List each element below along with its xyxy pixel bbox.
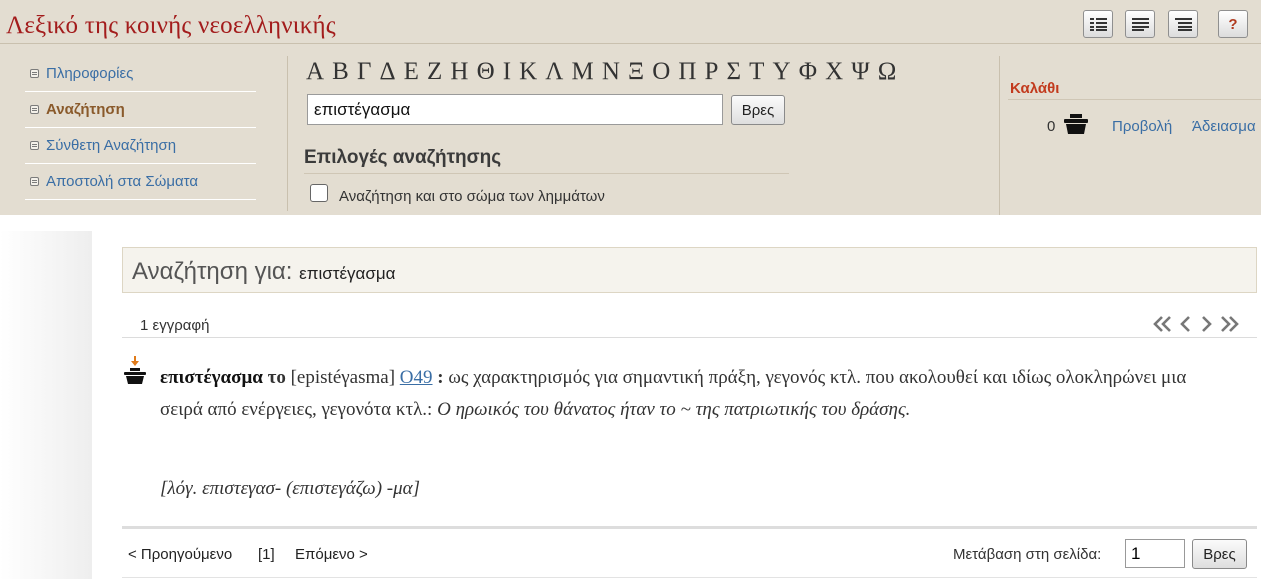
pager-controls [1153, 315, 1239, 333]
results-header-term: επιστέγασμα [299, 264, 396, 283]
basket-empty-link[interactable]: Άδειασμα [1192, 118, 1256, 135]
last-page-icon[interactable] [1219, 315, 1239, 333]
basket-count: 0 [1047, 118, 1056, 135]
help-button[interactable]: ? [1218, 10, 1248, 38]
column-divider [287, 56, 288, 211]
column-divider [999, 56, 1000, 215]
entry-etymology: [λόγ. επιστεγασ- (επιστεγάζω) -μα] [160, 478, 421, 499]
letter-link[interactable]: Η [450, 58, 468, 86]
detailed-view-button[interactable] [1125, 10, 1155, 38]
sidebar-item-advanced-search[interactable]: Σύνθετη Αναζήτηση [25, 128, 256, 164]
header-bar: Λεξικό της κοινής νεοελληνικής ? Πληροφο [0, 0, 1261, 215]
letter-link[interactable]: Γ [357, 58, 371, 86]
letter-link[interactable]: Λ [545, 58, 563, 86]
letter-link[interactable]: Ψ [851, 58, 869, 86]
footer-divider [122, 577, 1257, 578]
letter-link[interactable]: Θ [477, 58, 495, 86]
first-page-icon[interactable] [1153, 315, 1173, 333]
current-page: [1] [258, 546, 275, 563]
results-header: Αναζήτηση για: επιστέγασμα [122, 247, 1257, 293]
entry-lemma: επιστέγασμα [160, 367, 263, 388]
search-options-title: Επιλογές αναζήτησης [304, 147, 502, 168]
letter-link[interactable]: Ι [503, 58, 511, 86]
letter-link[interactable]: Υ [773, 58, 791, 86]
results-count: 1 εγγραφή [140, 317, 210, 334]
letter-link[interactable]: Φ [799, 58, 817, 86]
letter-link[interactable]: Ζ [427, 58, 442, 86]
side-decoration [0, 231, 92, 579]
list-bullet-icon [30, 141, 39, 150]
basket-title: Καλάθι [1010, 80, 1060, 97]
previous-page-icon[interactable] [1179, 315, 1193, 333]
search-input[interactable] [307, 94, 723, 125]
list-bullet-icon [30, 69, 39, 78]
letter-link[interactable]: Κ [519, 58, 537, 86]
letter-link[interactable]: Δ [379, 58, 395, 86]
letter-link[interactable]: Ω [878, 58, 897, 86]
letter-link[interactable]: Β [332, 58, 349, 86]
list-view-button[interactable] [1083, 10, 1113, 38]
list-view-icon [1089, 17, 1107, 31]
goto-page-label: Μετάβαση στη σελίδα: [953, 546, 1102, 563]
add-to-basket-icon[interactable] [122, 356, 148, 386]
letter-link[interactable]: Ε [404, 58, 419, 86]
sidebar-item-label: Αναζήτηση [46, 101, 125, 118]
letter-link[interactable]: Π [678, 58, 696, 86]
results-header-label: Αναζήτηση για: [132, 258, 293, 285]
entry-example: Ο ηρωικός του θάνατος ήταν το ~ της πατρ… [437, 399, 911, 420]
entry-pronunciation: [epistéγasma] [290, 367, 396, 388]
list-bullet-icon [30, 105, 39, 114]
sidebar-item-send-to-corpora[interactable]: Αποστολή στα Σώματα [25, 164, 256, 200]
letter-link[interactable]: Α [306, 58, 324, 86]
fulltext-checkbox[interactable] [310, 184, 328, 202]
goto-page-input[interactable] [1125, 539, 1185, 568]
site-title[interactable]: Λεξικό της κοινής νεοελληνικής [6, 12, 336, 40]
dictionary-entry: επιστέγασμα το [epistéγasma] O49 : ως χα… [160, 362, 1220, 426]
sidebar-item-info[interactable]: Πληροφορίες [25, 56, 256, 92]
basket-divider [1008, 99, 1261, 100]
letter-link[interactable]: Ν [602, 58, 620, 86]
search-button[interactable]: Βρες [731, 95, 785, 125]
results-header-text: Αναζήτηση για: επιστέγασμα [132, 258, 395, 286]
letter-link[interactable]: Ο [652, 58, 670, 86]
next-page-icon[interactable] [1199, 315, 1213, 333]
letter-link[interactable]: Σ [727, 58, 742, 86]
basket-icon [1064, 114, 1088, 134]
sidebar-item-label: Αποστολή στα Σώματα [46, 173, 199, 190]
letter-link[interactable]: Μ [572, 58, 594, 86]
inflection-code-link[interactable]: O49 [400, 367, 433, 388]
letter-link[interactable]: Τ [749, 58, 764, 86]
list-bullet-icon [30, 177, 39, 186]
goto-page-button[interactable]: Βρες [1192, 539, 1247, 569]
tree-view-button[interactable] [1168, 10, 1198, 38]
sidebar-item-label: Πληροφορίες [46, 65, 134, 82]
previous-link[interactable]: < Προηγούμενο [128, 546, 232, 563]
detailed-view-icon [1131, 17, 1149, 31]
results-footer-divider [122, 526, 1257, 529]
tree-view-icon [1174, 17, 1192, 31]
options-divider [304, 173, 789, 174]
basket-view-link[interactable]: Προβολή [1112, 118, 1172, 135]
results-divider [122, 337, 1257, 338]
alphabet-bar: Α Β Γ Δ Ε Ζ Η Θ Ι Κ Λ Μ Ν Ξ Ο Π Ρ Σ Τ Υ … [306, 58, 896, 86]
header-divider [0, 43, 1261, 44]
letter-link[interactable]: Ξ [628, 58, 644, 86]
sidebar-nav: Πληροφορίες Αναζήτηση Σύνθετη Αναζήτηση … [25, 56, 256, 200]
sidebar-item-search[interactable]: Αναζήτηση [25, 92, 256, 128]
letter-link[interactable]: Χ [825, 58, 843, 86]
entry-colon: : [437, 367, 444, 388]
fulltext-checkbox-label[interactable]: Αναζήτηση και στο σώμα των λημμάτων [339, 188, 605, 205]
letter-link[interactable]: Ρ [705, 58, 719, 86]
sidebar-item-label: Σύνθετη Αναζήτηση [46, 137, 177, 154]
next-link[interactable]: Επόμενο > [295, 546, 368, 563]
entry-grammar: το [267, 367, 286, 388]
